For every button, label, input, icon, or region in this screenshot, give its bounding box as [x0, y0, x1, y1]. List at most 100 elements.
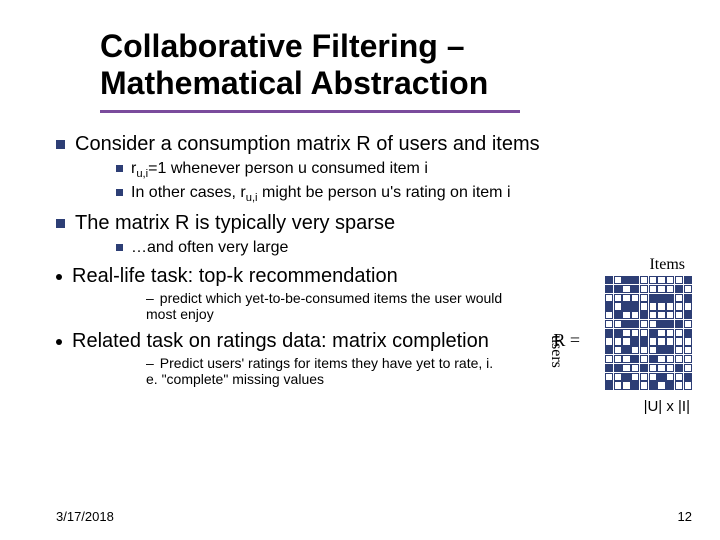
- matrix-cell: [675, 346, 683, 354]
- sparse-matrix-diagram: [605, 276, 692, 390]
- matrix-cell: [631, 294, 639, 302]
- bullet-icon: [56, 140, 65, 149]
- matrix-cell: [657, 337, 665, 345]
- bullet-icon: [116, 165, 123, 172]
- matrix-cell: [684, 364, 692, 372]
- matrix-cell: [640, 329, 648, 337]
- matrix-cell: [631, 346, 639, 354]
- matrix-cell: [640, 302, 648, 310]
- matrix-cell: [675, 337, 683, 345]
- items-axis-label: Items: [649, 256, 685, 274]
- matrix-cell: [666, 294, 674, 302]
- text: might be person u's rating on item i: [258, 184, 511, 201]
- matrix-cell: [666, 381, 674, 389]
- matrix-cell: [614, 381, 622, 389]
- matrix-cell: [675, 311, 683, 319]
- matrix-cell: [605, 355, 613, 363]
- matrix-cell: [666, 311, 674, 319]
- matrix-cell: [657, 302, 665, 310]
- dash-icon: –: [146, 355, 154, 371]
- matrix-cell: [631, 311, 639, 319]
- bullet-list: Consider a consumption matrix R of users…: [28, 133, 692, 257]
- matrix-cell: [675, 294, 683, 302]
- matrix-cell: [649, 373, 657, 381]
- matrix-cell: [622, 355, 630, 363]
- matrix-cell: [605, 329, 613, 337]
- subscript: u,i: [136, 168, 148, 180]
- matrix-cell: [631, 329, 639, 337]
- matrix-cell: [631, 320, 639, 328]
- matrix-cell: [684, 381, 692, 389]
- matrix-cell: [640, 355, 648, 363]
- matrix-cell: [684, 346, 692, 354]
- matrix-cell: [649, 355, 657, 363]
- matrix-cell: [675, 364, 683, 372]
- matrix-cell: [640, 276, 648, 284]
- matrix-cell: [605, 285, 613, 293]
- matrix-cell: [622, 329, 630, 337]
- matrix-cell: [666, 364, 674, 372]
- matrix-cell: [622, 320, 630, 328]
- matrix-cell: [622, 276, 630, 284]
- matrix-cell: [684, 294, 692, 302]
- matrix-cell: [657, 311, 665, 319]
- bullet-1-text: Consider a consumption matrix R of users…: [75, 133, 540, 155]
- matrix-cell: [640, 373, 648, 381]
- bullet-icon: [56, 274, 62, 280]
- matrix-cell: [631, 285, 639, 293]
- matrix-cell: [640, 285, 648, 293]
- matrix-cell: [649, 302, 657, 310]
- matrix-cell: [614, 355, 622, 363]
- matrix-cell: [614, 364, 622, 372]
- bullet-3: Real-life task: top-k recommendation –pr…: [56, 265, 508, 322]
- matrix-cell: [605, 302, 613, 310]
- matrix-cell: [684, 285, 692, 293]
- matrix-cell: [649, 364, 657, 372]
- matrix-cell: [657, 364, 665, 372]
- matrix-cell: [640, 294, 648, 302]
- footer-page-number: 12: [678, 509, 692, 524]
- matrix-cell: [675, 329, 683, 337]
- title-underline: [100, 110, 520, 113]
- footer-date: 3/17/2018: [56, 509, 114, 524]
- matrix-cell: [684, 276, 692, 284]
- matrix-cell: [666, 320, 674, 328]
- matrix-cell: [605, 364, 613, 372]
- bullet-icon: [116, 244, 123, 251]
- matrix-cell: [666, 373, 674, 381]
- matrix-cell: [675, 276, 683, 284]
- matrix-cell: [614, 302, 622, 310]
- matrix-cell: [631, 355, 639, 363]
- matrix-cell: [684, 320, 692, 328]
- matrix-cell: [605, 337, 613, 345]
- matrix-cell: [684, 302, 692, 310]
- matrix-cell: [614, 346, 622, 354]
- matrix-cell: [622, 364, 630, 372]
- matrix-cell: [605, 311, 613, 319]
- text: In other cases, r: [131, 184, 246, 201]
- bullet-2a: …and often very large: [116, 239, 692, 257]
- bullet-3-text: Real-life task: top-k recommendation: [72, 265, 398, 287]
- matrix-cell: [666, 337, 674, 345]
- matrix-cell: [675, 373, 683, 381]
- matrix-cell: [684, 373, 692, 381]
- matrix-cell: [649, 337, 657, 345]
- matrix-cell: [657, 320, 665, 328]
- matrix-cell: [684, 337, 692, 345]
- bullet-1b: In other cases, ru,i might be person u's…: [116, 184, 692, 204]
- matrix-cell: [605, 294, 613, 302]
- matrix-cell: [649, 346, 657, 354]
- matrix-cell: [622, 311, 630, 319]
- matrix-cell: [605, 346, 613, 354]
- title-line-2: Mathematical Abstraction: [100, 65, 488, 101]
- matrix-cell: [657, 285, 665, 293]
- matrix-cell: [614, 276, 622, 284]
- dimension-label: |U| x |I|: [644, 398, 690, 415]
- matrix-cell: [657, 381, 665, 389]
- matrix-cell: [614, 294, 622, 302]
- matrix-cell: [640, 381, 648, 389]
- bullet-2: The matrix R is typically very sparse …a…: [56, 212, 692, 257]
- bullet-3a: –predict which yet-to-be-consumed items …: [146, 290, 508, 322]
- bullet-icon: [56, 219, 65, 228]
- matrix-cell: [684, 355, 692, 363]
